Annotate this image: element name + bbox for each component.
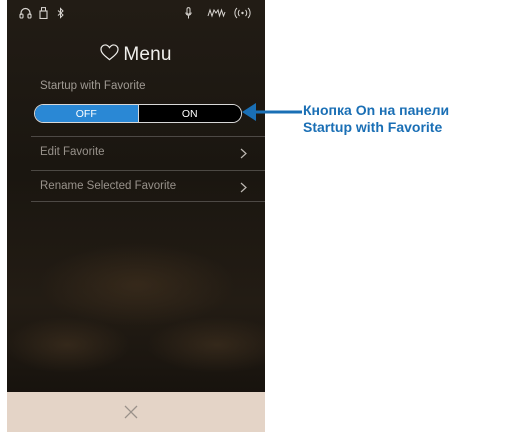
chevron-right-icon <box>240 182 247 193</box>
callout-arrow <box>242 103 302 121</box>
chevron-right-icon <box>240 148 247 159</box>
app-screen: Menu Startup with Favorite OFF ON Edit F… <box>7 0 265 432</box>
toggle-off-button[interactable]: OFF <box>35 105 138 122</box>
menu-item-rename-favorite[interactable]: Rename Selected Favorite <box>31 170 265 202</box>
mic-icon <box>185 7 192 19</box>
usb-icon <box>39 7 48 19</box>
bottom-bar <box>7 392 265 432</box>
callout-text: Кнопка On на панели Startup with Favorit… <box>303 102 508 136</box>
callout-line-2: Startup with Favorite <box>303 119 443 135</box>
startup-favorite-toggle: OFF ON <box>34 104 242 123</box>
heart-icon <box>100 44 119 61</box>
wireless-icon <box>234 7 251 19</box>
page-title: Menu <box>7 44 265 66</box>
menu-item-label: Rename Selected Favorite <box>40 180 177 192</box>
menu-item-edit-favorite[interactable]: Edit Favorite <box>31 136 265 168</box>
menu-item-label: Edit Favorite <box>40 146 105 158</box>
startup-favorite-label: Startup with Favorite <box>40 80 146 92</box>
headphones-icon <box>19 7 32 19</box>
waveform-icon <box>207 8 226 18</box>
status-bar <box>7 0 265 26</box>
close-icon[interactable] <box>124 405 138 419</box>
page-title-text: Menu <box>123 44 172 65</box>
toggle-on-button[interactable]: ON <box>137 105 241 122</box>
bluetooth-icon <box>57 7 64 19</box>
callout-line-1: Кнопка On на панели <box>303 102 450 118</box>
